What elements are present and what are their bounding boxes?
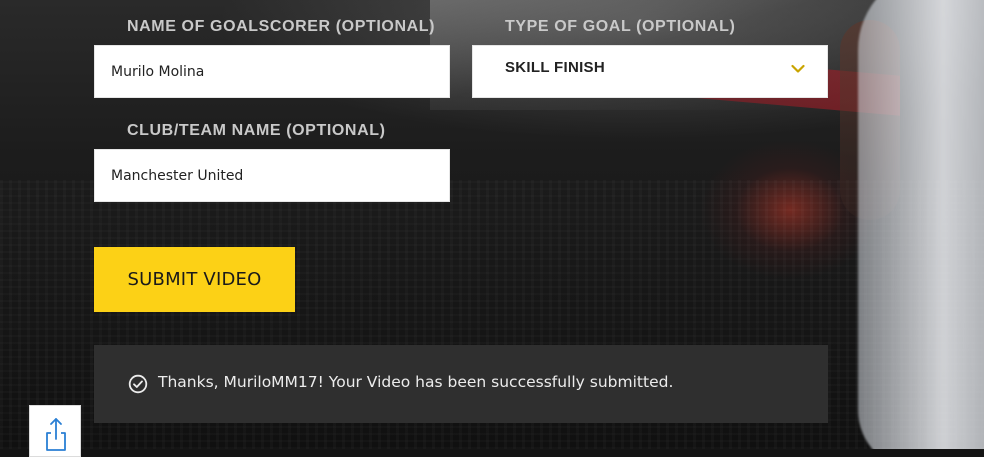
success-message: Thanks, MuriloMM17! Your Video has been … [158, 373, 674, 391]
goalscorer-label: NAME OF GOALSCORER (OPTIONAL) [127, 18, 436, 35]
check-circle-icon [128, 374, 148, 394]
chevron-down-icon[interactable] [791, 64, 805, 74]
share-icon [46, 418, 66, 451]
goalscorer-value: Murilo Molina [111, 63, 205, 80]
goalscorer-input[interactable]: Murilo Molina [94, 45, 450, 98]
goal-type-select[interactable]: SKILL FINISH [472, 45, 828, 98]
club-input[interactable]: Manchester United [94, 149, 450, 202]
success-notice: Thanks, MuriloMM17! Your Video has been … [94, 345, 828, 423]
player-figure [858, 0, 984, 449]
share-button[interactable] [29, 405, 81, 457]
goal-type-label: TYPE OF GOAL (OPTIONAL) [505, 18, 736, 35]
submit-video-button[interactable]: SUBMIT VIDEO [94, 247, 295, 312]
club-value: Manchester United [111, 167, 244, 184]
submit-video-label: SUBMIT VIDEO [127, 269, 262, 290]
club-label: CLUB/TEAM NAME (OPTIONAL) [127, 122, 386, 139]
goal-type-value: SKILL FINISH [505, 59, 605, 76]
